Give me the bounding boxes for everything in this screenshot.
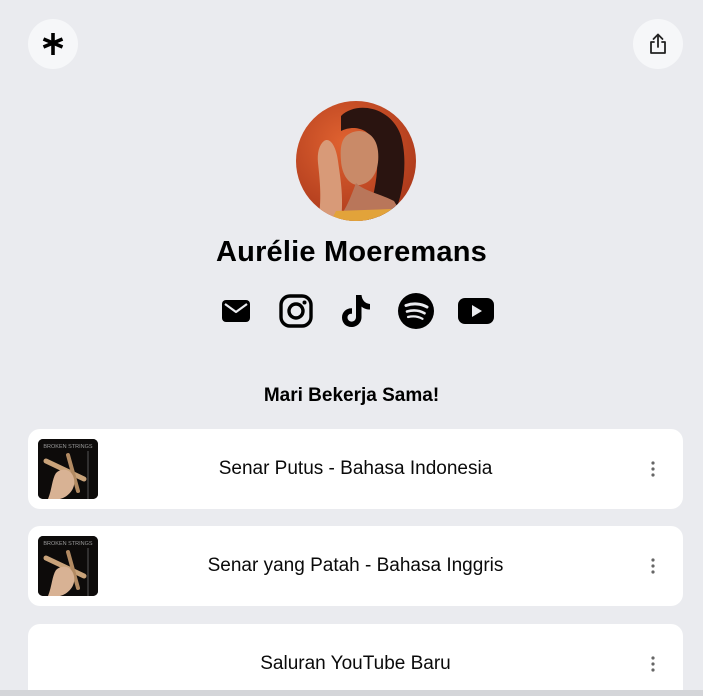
share-button[interactable] bbox=[633, 19, 683, 69]
more-options-button[interactable] bbox=[641, 554, 665, 578]
spotify-icon bbox=[398, 293, 434, 329]
linktree-profile-page: Aurélie Moeremans Mari Bekerja Sama! BRO… bbox=[0, 0, 703, 696]
email-link[interactable] bbox=[216, 291, 256, 331]
profile-avatar bbox=[296, 101, 416, 221]
spotify-link[interactable] bbox=[396, 291, 436, 331]
link-thumbnail: BROKEN STRINGS bbox=[38, 439, 98, 499]
link-label: Saluran YouTube Baru bbox=[260, 653, 451, 674]
link-card[interactable]: BROKEN STRINGS Senar yang Patah - Bahasa… bbox=[28, 526, 683, 606]
youtube-link[interactable] bbox=[456, 291, 496, 331]
link-label: Senar Putus - Bahasa Indonesia bbox=[218, 458, 493, 479]
thumb-text: BROKEN STRINGS bbox=[43, 444, 93, 450]
tiktok-icon bbox=[342, 295, 370, 327]
kebab-menu-icon bbox=[651, 461, 655, 477]
social-icons-row bbox=[0, 291, 703, 331]
kebab-menu-icon bbox=[651, 656, 655, 672]
kebab-menu-icon bbox=[651, 558, 655, 574]
more-options-button[interactable] bbox=[641, 652, 665, 676]
share-icon bbox=[650, 33, 666, 54]
tiktok-link[interactable] bbox=[336, 291, 376, 331]
more-options-button[interactable] bbox=[641, 457, 665, 481]
link-label: Senar yang Patah - Bahasa Inggris bbox=[207, 555, 504, 576]
instagram-icon bbox=[279, 294, 313, 328]
thumb-text: BROKEN STRINGS bbox=[43, 541, 93, 547]
link-card[interactable]: BROKEN STRINGS Senar Putus - Bahasa Indo… bbox=[28, 429, 683, 509]
linktree-asterisk-icon bbox=[42, 33, 64, 55]
email-icon bbox=[222, 300, 250, 322]
profile-name: Aurélie Moeremans bbox=[216, 236, 487, 268]
link-thumbnail: BROKEN STRINGS bbox=[38, 536, 98, 596]
section-title: Mari Bekerja Sama! bbox=[263, 385, 440, 406]
linktree-logo-button[interactable] bbox=[28, 19, 78, 69]
viewport-bottom-edge bbox=[0, 690, 703, 696]
link-card[interactable]: Saluran YouTube Baru bbox=[28, 624, 683, 696]
youtube-icon bbox=[458, 298, 494, 324]
instagram-link[interactable] bbox=[276, 291, 316, 331]
